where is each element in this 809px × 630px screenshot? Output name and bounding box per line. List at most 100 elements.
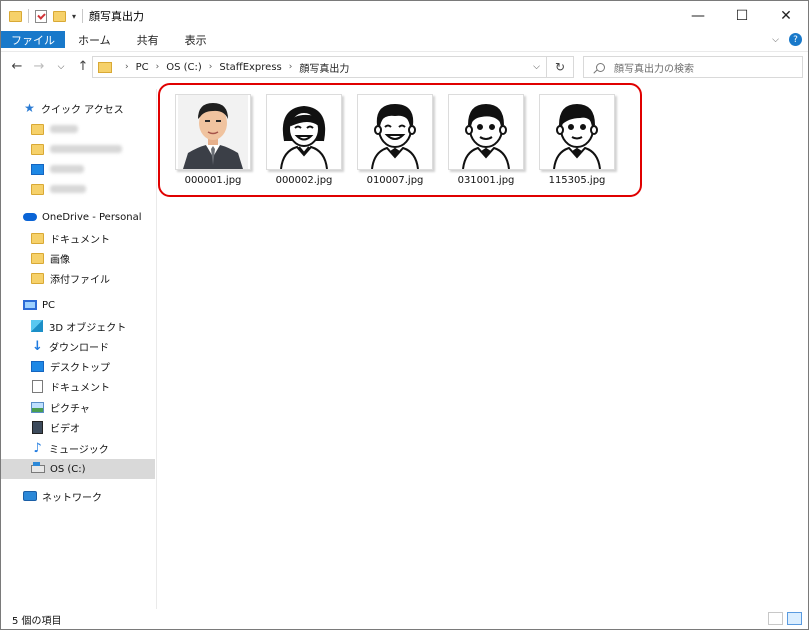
- divider: [82, 9, 84, 23]
- address-dropdown-icon[interactable]: ⌵: [533, 62, 540, 72]
- navigation-buttons: ← → ⌵ ↑: [9, 59, 91, 74]
- desktop-icon: [31, 360, 44, 372]
- customize-toolbar-icon[interactable]: ▾: [72, 12, 76, 21]
- nav-downloads[interactable]: ↓ ダウンロード: [1, 336, 155, 356]
- nav-label: ネットワーク: [42, 492, 102, 504]
- nav-desktop[interactable]: デスクトップ: [1, 356, 155, 376]
- up-icon[interactable]: ↑: [75, 59, 91, 74]
- nav-label: ピクチャ: [50, 403, 90, 415]
- explorer-window: ▾ 顔写真出力 — ☐ ✕ ファイル ホーム 共有 表示 ⌵ ? ← → ⌵ ↑: [0, 0, 809, 630]
- minimize-button[interactable]: —: [676, 1, 720, 31]
- folder-icon: [31, 252, 44, 264]
- music-note-icon: ♪: [33, 440, 42, 456]
- crumb-drive[interactable]: OS (C:): [166, 62, 202, 73]
- nav-label: OS (C:): [50, 463, 86, 475]
- folder-icon: [9, 10, 22, 22]
- tab-home[interactable]: ホーム: [65, 31, 124, 48]
- tab-file[interactable]: ファイル: [1, 31, 65, 48]
- navigation-pane: ★ クイック アクセス OneDrive - Personal ドキュメント 画…: [1, 89, 157, 609]
- back-icon[interactable]: ←: [9, 59, 25, 74]
- chevron-right-icon[interactable]: ›: [289, 62, 293, 72]
- recent-locations-icon[interactable]: ⌵: [53, 62, 69, 72]
- nav-label: ビデオ: [50, 423, 80, 435]
- nav-label: 3D オブジェクト: [49, 322, 127, 334]
- crumb-pc[interactable]: PC: [136, 62, 149, 73]
- nav-quick-access[interactable]: ★ クイック アクセス: [1, 98, 155, 118]
- document-icon: [32, 379, 43, 393]
- nav-label: OneDrive - Personal: [42, 211, 142, 223]
- network-icon: [23, 491, 37, 501]
- status-bar: 5 個の項目: [1, 610, 808, 629]
- nav-music[interactable]: ♪ ミュージック: [1, 438, 155, 458]
- chevron-right-icon[interactable]: ›: [156, 62, 160, 72]
- blurred-label: [50, 125, 78, 133]
- chevron-right-icon[interactable]: ›: [125, 62, 129, 72]
- nav-videos[interactable]: ビデオ: [1, 417, 155, 437]
- nav-network[interactable]: ネットワーク: [1, 486, 155, 506]
- nav-onedrive-attachments[interactable]: 添付ファイル: [1, 268, 155, 288]
- ribbon-tabs: ファイル ホーム 共有 表示 ⌵ ?: [1, 31, 808, 48]
- picture-icon: [31, 401, 44, 413]
- nav-label: 添付ファイル: [50, 274, 110, 286]
- search-icon: [596, 62, 605, 72]
- forward-icon[interactable]: →: [31, 59, 47, 74]
- nav-label: PC: [42, 299, 56, 311]
- nav-pictures[interactable]: ピクチャ: [1, 397, 155, 417]
- crumb-staffexpress[interactable]: StaffExpress: [219, 62, 281, 73]
- nav-label: デスクトップ: [50, 362, 110, 374]
- tab-view[interactable]: 表示: [172, 31, 220, 48]
- title-bar: ▾ 顔写真出力 — ☐ ✕: [1, 1, 808, 31]
- nav-os-drive[interactable]: OS (C:): [1, 459, 155, 479]
- search-placeholder: 顔写真出力の検索: [614, 63, 694, 75]
- computer-icon: [23, 300, 37, 310]
- search-input[interactable]: 顔写真出力の検索: [583, 56, 803, 78]
- nav-quick-item-1[interactable]: [1, 119, 155, 139]
- nav-3d-objects[interactable]: 3D オブジェクト: [1, 316, 155, 336]
- folder-icon: [31, 183, 44, 195]
- nav-label: 画像: [50, 254, 70, 266]
- download-icon: ↓: [32, 338, 43, 354]
- help-icon[interactable]: ?: [789, 33, 802, 46]
- desktop-icon: [31, 163, 44, 175]
- item-count: 5 個の項目: [12, 616, 62, 627]
- blurred-label: [50, 145, 122, 153]
- folder-icon: [31, 232, 44, 244]
- chevron-right-icon[interactable]: ›: [209, 62, 213, 72]
- folder-icon: [31, 272, 44, 284]
- star-icon: ★: [24, 101, 35, 115]
- highlight-annotation: [158, 83, 642, 197]
- cloud-icon: [23, 213, 37, 221]
- video-icon: [32, 420, 43, 434]
- nav-label: ドキュメント: [50, 234, 110, 246]
- window-title: 顔写真出力: [89, 10, 145, 23]
- blurred-label: [50, 165, 84, 173]
- close-button[interactable]: ✕: [764, 1, 808, 31]
- crumb-current[interactable]: 顔写真出力: [299, 60, 349, 75]
- window-controls: — ☐ ✕: [676, 1, 808, 31]
- new-folder-icon[interactable]: [53, 10, 66, 22]
- address-bar[interactable]: › PC › OS (C:) › StaffExpress › 顔写真出力 ⌵: [92, 56, 547, 78]
- breadcrumb: › PC › OS (C:) › StaffExpress › 顔写真出力: [118, 60, 349, 75]
- folder-icon: [31, 123, 44, 135]
- nav-quick-item-4[interactable]: [1, 179, 155, 199]
- nav-quick-item-3[interactable]: [1, 159, 155, 179]
- nav-label: ドキュメント: [50, 382, 110, 394]
- nav-quick-item-2[interactable]: [1, 139, 155, 159]
- refresh-button[interactable]: ↻: [547, 56, 574, 78]
- blurred-label: [50, 185, 86, 193]
- address-row: ← → ⌵ ↑ › PC › OS (C:) › StaffExpress › …: [1, 51, 808, 81]
- expand-ribbon-icon[interactable]: ⌵: [772, 35, 779, 45]
- tab-share[interactable]: 共有: [124, 31, 172, 48]
- nav-label: ミュージック: [49, 444, 109, 456]
- ribbon-right: ⌵ ?: [772, 31, 808, 48]
- nav-onedrive-documents[interactable]: ドキュメント: [1, 228, 155, 248]
- cube-icon: [31, 320, 43, 332]
- properties-icon[interactable]: [35, 9, 47, 23]
- nav-onedrive[interactable]: OneDrive - Personal: [1, 207, 155, 227]
- nav-pc[interactable]: PC: [1, 295, 155, 315]
- details-view-button[interactable]: [768, 612, 783, 625]
- large-icons-view-button[interactable]: [787, 612, 802, 625]
- nav-onedrive-pictures[interactable]: 画像: [1, 248, 155, 268]
- nav-documents[interactable]: ドキュメント: [1, 376, 155, 396]
- maximize-button[interactable]: ☐: [720, 1, 764, 31]
